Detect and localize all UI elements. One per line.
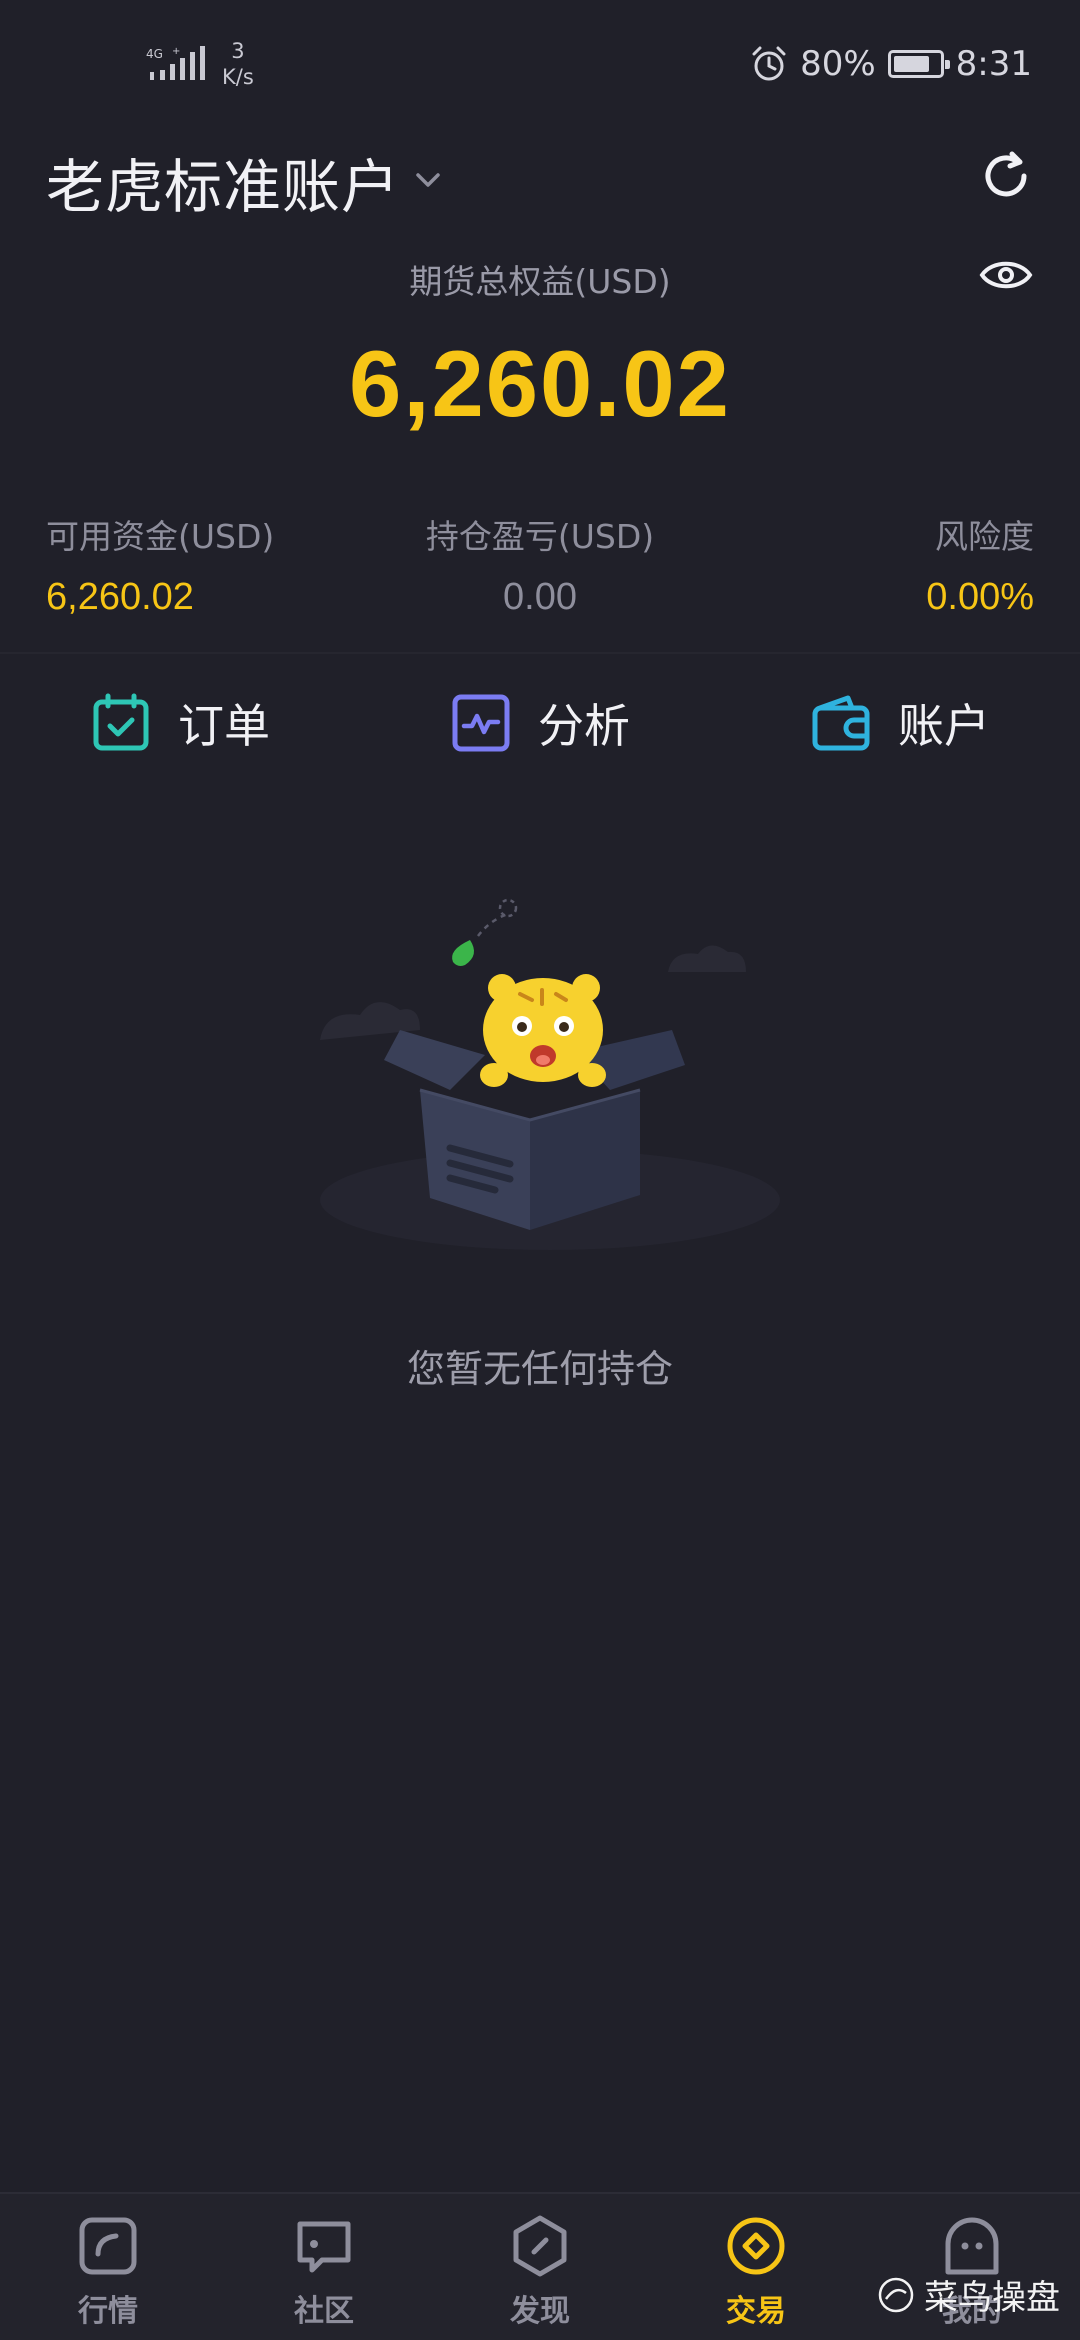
action-orders[interactable]: 订单 [90,690,270,756]
wallet-icon [812,695,870,751]
nav-community[interactable]: 社区 [249,2214,399,2330]
stat-position-pnl: 持仓盈亏(USD) 0.00 [0,510,1080,619]
nav-discover[interactable]: 发现 [465,2214,615,2330]
trade-icon [727,2217,785,2275]
watermark-text: 菜鸟操盘 [924,2278,1060,2318]
action-orders-label: 订单 [178,699,270,753]
community-icon [297,2221,351,2273]
watermark-logo-icon [878,2277,914,2312]
action-account-label: 账户 [898,699,990,753]
status-bar: 4G + 3 K/s 80% 8:31 [0,0,1080,130]
net-speed-value: 3 [231,39,245,63]
divider [0,652,1080,654]
nav-trade-label: 交易 [726,2294,786,2329]
calendar-check-icon [93,693,149,751]
svg-text:+: + [172,46,180,57]
battery-fill [893,56,929,72]
risk-value: 0.00% [926,576,1034,618]
nav-community-label: 社区 [294,2294,354,2329]
position-pnl-label: 持仓盈亏(USD) [425,517,655,556]
action-account[interactable]: 账户 [810,690,990,756]
net-speed-unit: K/s [222,65,254,89]
nav-market-label: 行情 [78,2294,138,2329]
action-analysis[interactable]: 分析 [450,690,630,756]
stat-risk: 风险度 0.00% [926,510,1034,619]
pulse-chart-icon [452,694,510,752]
empty-box-tiger-illustration [320,898,780,1250]
watermark: 菜鸟操盘 [876,2270,1060,2319]
action-analysis-label: 分析 [538,699,630,753]
alarm-icon [752,46,786,81]
nav-trade[interactable]: 交易 [681,2214,831,2330]
position-pnl-value: 0.00 [503,576,577,618]
battery-icon [887,50,950,78]
empty-state-message: 您暂无任何持仓 [406,1347,673,1391]
network-type: 4G [146,47,163,61]
cellular-signal-icon: 4G + [146,46,205,80]
discover-icon [513,2215,567,2277]
network-speed: 3 K/s [222,38,254,90]
market-icon [79,2217,137,2275]
nav-market[interactable]: 行情 [33,2214,183,2330]
nav-discover-label: 发现 [510,2294,570,2329]
equity-value: 6,260.02 [349,331,731,436]
refresh-icon[interactable] [976,146,1036,206]
quick-actions: 订单 分析 账户 [0,690,1080,770]
risk-label: 风险度 [935,517,1034,556]
equity-label: 期货总权益(USD) [409,262,671,301]
profile-icon [945,2217,999,2275]
header: 老虎标准账户 [0,130,1080,230]
eye-icon[interactable] [978,250,1034,300]
clock: 8:31 [955,44,1032,84]
account-selector[interactable]: 老虎标准账户 [46,140,400,224]
chevron-down-icon[interactable] [410,162,446,198]
battery-percent: 80% [800,44,876,84]
status-right: 80% 8:31 [750,44,1032,84]
